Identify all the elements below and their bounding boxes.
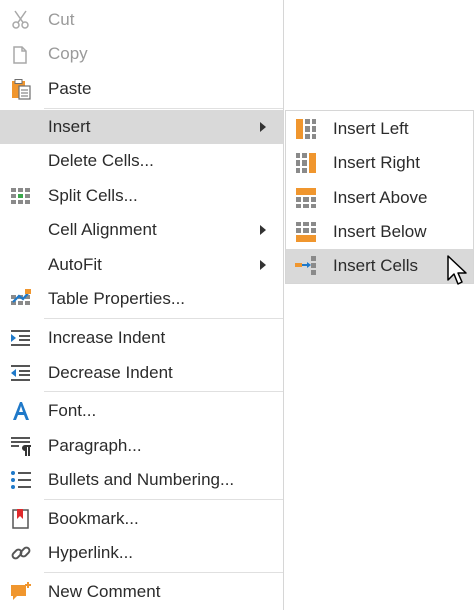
menu-item-bookmark[interactable]: Bookmark... [0, 502, 283, 536]
menu-item-label: Insert [48, 117, 91, 136]
mouse-cursor-icon [447, 255, 469, 287]
menu-item-label: Hyperlink... [48, 543, 134, 562]
menu-item-decrease-indent[interactable]: Decrease Indent [0, 356, 283, 390]
menu-item-copy[interactable]: Copy [0, 37, 283, 71]
menu-item-label: Copy [48, 44, 88, 63]
insert-above-icon [294, 187, 318, 209]
font-icon [9, 400, 33, 422]
menu-item-label: Paste [48, 79, 92, 98]
menu-item-increase-indent[interactable]: Increase Indent [0, 321, 283, 355]
separator [44, 108, 283, 109]
submenu-item-label: Insert Cells [333, 256, 419, 275]
submenu-item-insert-cells[interactable]: Insert Cells [286, 249, 473, 283]
copy-icon [9, 43, 33, 65]
menu-item-label: Bookmark... [48, 509, 139, 528]
submenu-item-label: Insert Left [333, 119, 409, 138]
submenu-arrow-icon [260, 225, 266, 235]
menu-item-font[interactable]: Font... [0, 394, 283, 428]
separator [44, 318, 283, 319]
menu-item-label: Increase Indent [48, 328, 166, 347]
menu-item-new-comment[interactable]: New Comment [0, 575, 283, 609]
submenu-arrow-icon [260, 260, 266, 270]
menu-item-label: New Comment [48, 582, 161, 601]
paragraph-icon [9, 435, 33, 457]
menu-item-insert[interactable]: Insert [0, 110, 283, 144]
menu-item-split-cells[interactable]: Split Cells... [0, 179, 283, 213]
submenu-item-label: Insert Below [333, 222, 427, 241]
menu-item-label: Split Cells... [48, 186, 138, 205]
insert-below-icon [294, 221, 318, 243]
menu-item-label: Decrease Indent [48, 363, 173, 382]
separator [44, 572, 283, 573]
menu-item-label: Table Properties... [48, 289, 186, 308]
insert-left-icon [294, 118, 318, 140]
menu-item-delete-cells[interactable]: Delete Cells... [0, 144, 283, 178]
submenu-item-label: Insert Right [333, 153, 420, 172]
menu-item-paste[interactable]: Paste [0, 72, 283, 106]
menu-item-autofit[interactable]: AutoFit [0, 248, 283, 282]
submenu-item-insert-left[interactable]: Insert Left [286, 112, 473, 146]
insert-submenu: Insert Left Insert Right Insert Above In… [285, 110, 474, 284]
menu-item-bullets-numbering[interactable]: Bullets and Numbering... [0, 463, 283, 497]
menu-item-hyperlink[interactable]: Hyperlink... [0, 536, 283, 570]
menu-item-label: Cut [48, 10, 75, 29]
menu-item-label: Delete Cells... [48, 151, 154, 170]
decrease-indent-icon [9, 362, 33, 384]
scissors-icon [9, 9, 33, 31]
split-cells-icon [9, 185, 33, 207]
insert-cells-icon [294, 255, 318, 277]
increase-indent-icon [9, 327, 33, 349]
menu-item-cell-alignment[interactable]: Cell Alignment [0, 213, 283, 247]
table-properties-icon [9, 288, 33, 310]
submenu-arrow-icon [260, 122, 266, 132]
hyperlink-icon [9, 542, 33, 564]
menu-item-paragraph[interactable]: Paragraph... [0, 429, 283, 463]
submenu-item-insert-right[interactable]: Insert Right [286, 146, 473, 180]
menu-item-label: AutoFit [48, 255, 102, 274]
submenu-item-label: Insert Above [333, 188, 428, 207]
submenu-item-insert-below[interactable]: Insert Below [286, 215, 473, 249]
insert-right-icon [294, 152, 318, 174]
submenu-item-insert-above[interactable]: Insert Above [286, 181, 473, 215]
context-menu: Cut Copy Paste Insert Delete Cells... Sp… [0, 0, 284, 610]
menu-item-label: Font... [48, 401, 97, 420]
menu-item-label: Paragraph... [48, 436, 142, 455]
menu-item-table-properties[interactable]: Table Properties... [0, 282, 283, 316]
paste-icon [9, 78, 33, 100]
menu-item-cut[interactable]: Cut [0, 3, 283, 37]
separator [44, 391, 283, 392]
menu-item-label: Cell Alignment [48, 220, 157, 239]
bookmark-icon [9, 508, 33, 530]
menu-item-label: Bullets and Numbering... [48, 470, 235, 489]
separator [44, 499, 283, 500]
bullets-icon [9, 469, 33, 491]
new-comment-icon [9, 581, 33, 603]
